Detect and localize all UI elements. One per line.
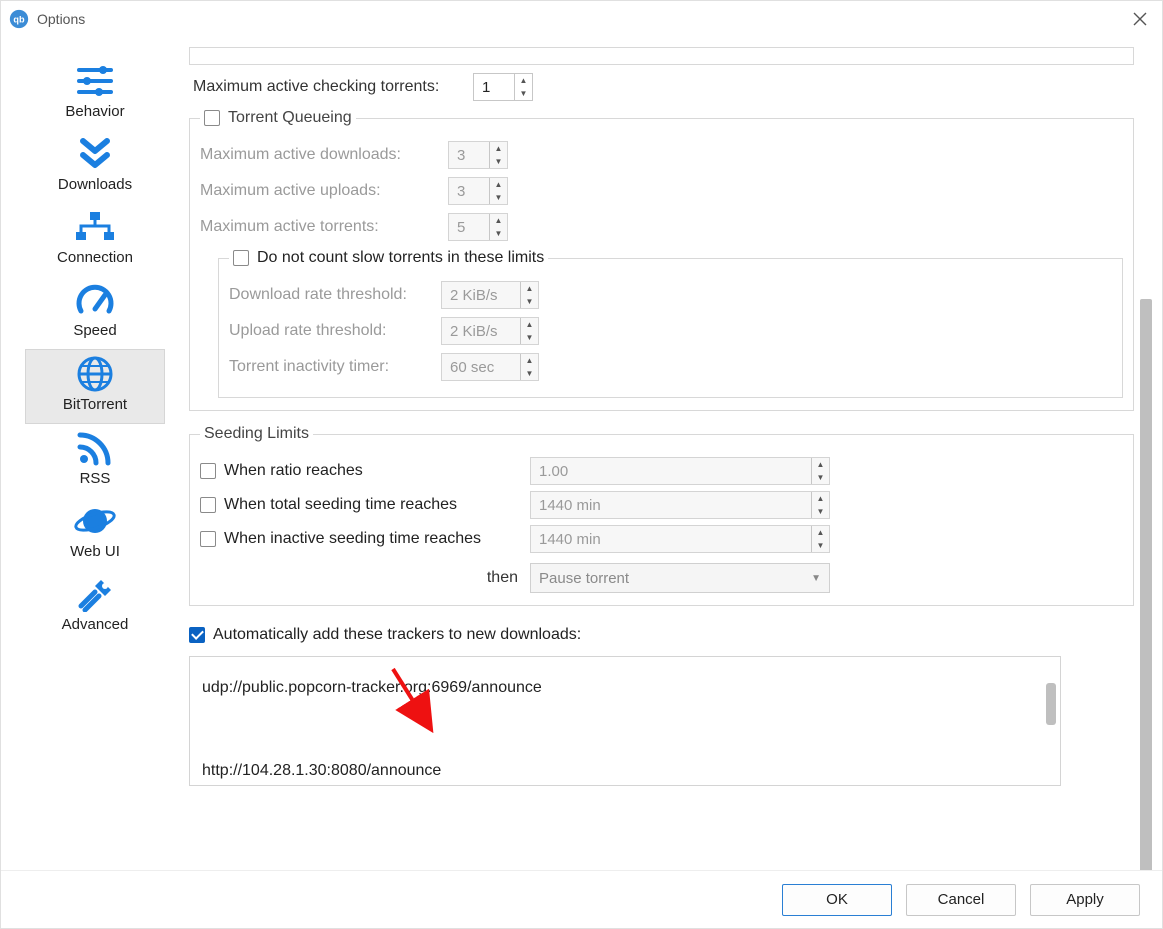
slow-torrents-group: Do not count slow torrents in these limi… [218,249,1123,398]
network-icon [73,207,117,247]
cancel-button[interactable]: Cancel [906,884,1016,916]
max-downloads-label: Maximum active downloads: [200,146,448,164]
svg-text:qb: qb [13,14,25,24]
max-uploads-spin: 3▲▼ [448,177,508,205]
queueing-checkbox[interactable] [204,110,220,126]
max-checking-value: 1 [474,79,514,96]
sidebar-item-label: Connection [25,249,165,266]
sidebar-item-speed[interactable]: Speed [25,276,165,349]
max-checking-label: Maximum active checking torrents: [193,78,473,96]
auto-add-label: Automatically add these trackers to new … [213,626,581,644]
queueing-title: Torrent Queueing [228,109,352,127]
slow-checkbox[interactable] [233,250,249,266]
sliders-icon [73,61,117,101]
sidebar-item-bittorrent[interactable]: BitTorrent [25,349,165,424]
inactivity-spin: 60 sec▲▼ [441,353,539,381]
trackers-textarea[interactable]: udp://public.popcorn-tracker.org:6969/an… [189,656,1061,786]
max-downloads-spin: 3▲▼ [448,141,508,169]
planet-icon [73,501,117,541]
rss-icon [73,428,117,468]
inactive-seed-spin: 1440 min▲▼ [530,525,830,553]
apply-button[interactable]: Apply [1030,884,1140,916]
chevrons-down-icon [73,134,117,174]
seeding-limits-group: Seeding Limits When ratio reaches 1.00▲▼… [189,425,1134,606]
max-checking-spin[interactable]: 1 ▲▼ [473,73,533,101]
max-torrents-label: Maximum active torrents: [200,218,448,236]
sidebar-item-behavior[interactable]: Behavior [25,57,165,130]
then-label: then [200,569,530,587]
ratio-label: When ratio reaches [224,462,363,480]
sidebar-item-label: Speed [25,322,165,339]
total-seed-checkbox[interactable] [200,497,216,513]
textarea-scrollbar[interactable] [1046,683,1056,725]
sidebar-item-label: BitTorrent [26,396,164,413]
previous-group-bottom-edge [189,47,1134,65]
torrent-queueing-group: Torrent Queueing Maximum active download… [189,109,1134,411]
main-scroll-thumb[interactable] [1140,299,1152,870]
options-window: qb Options Behavior Downloads Connection… [0,0,1163,929]
dl-rate-label: Download rate threshold: [229,286,441,304]
ratio-spin: 1.00▲▼ [530,457,830,485]
ok-button[interactable]: OK [782,884,892,916]
inactive-seed-label: When inactive seeding time reaches [224,530,481,548]
sidebar-item-label: Behavior [25,103,165,120]
inactivity-label: Torrent inactivity timer: [229,358,441,376]
sidebar-item-downloads[interactable]: Downloads [25,130,165,203]
dl-rate-spin: 2 KiB/s▲▼ [441,281,539,309]
sidebar-item-webui[interactable]: Web UI [25,497,165,570]
ul-rate-label: Upload rate threshold: [229,322,441,340]
total-seed-label: When total seeding time reaches [224,496,457,514]
max-uploads-label: Maximum active uploads: [200,182,448,200]
globe-icon [73,354,117,394]
close-icon[interactable] [1128,7,1152,31]
titlebar: qb Options [1,1,1162,37]
trackers-text: udp://public.popcorn-tracker.org:6969/an… [202,679,542,779]
sidebar-item-rss[interactable]: RSS [25,424,165,497]
sidebar-item-connection[interactable]: Connection [25,203,165,276]
main-panel: Maximum active checking torrents: 1 ▲▼ T… [181,37,1162,870]
spin-arrows[interactable]: ▲▼ [514,74,532,100]
sidebar-item-label: RSS [25,470,165,487]
then-action-value: Pause torrent [539,570,629,587]
sidebar-item-label: Web UI [25,543,165,560]
max-torrents-spin: 5▲▼ [448,213,508,241]
chevron-down-icon: ▼ [811,573,821,584]
ul-rate-spin: 2 KiB/s▲▼ [441,317,539,345]
total-seed-spin: 1440 min▲▼ [530,491,830,519]
then-action-combo[interactable]: Pause torrent ▼ [530,563,830,593]
auto-add-trackers-checkbox[interactable] [189,627,205,643]
sidebar: Behavior Downloads Connection Speed BitT… [1,37,181,870]
ratio-checkbox[interactable] [200,463,216,479]
slow-title: Do not count slow torrents in these limi… [257,249,544,267]
dialog-footer: OK Cancel Apply [1,870,1162,928]
inactive-seed-checkbox[interactable] [200,531,216,547]
sidebar-item-advanced[interactable]: Advanced [25,570,165,643]
sidebar-item-label: Downloads [25,176,165,193]
slow-legend: Do not count slow torrents in these limi… [229,249,548,267]
sidebar-item-label: Advanced [25,616,165,633]
seeding-title: Seeding Limits [200,425,313,443]
main-scrollbar[interactable] [1140,299,1152,870]
window-title: Options [37,11,85,27]
app-icon: qb [9,9,29,29]
queueing-legend: Torrent Queueing [200,109,356,127]
gauge-icon [73,280,117,320]
tools-icon [73,574,117,614]
